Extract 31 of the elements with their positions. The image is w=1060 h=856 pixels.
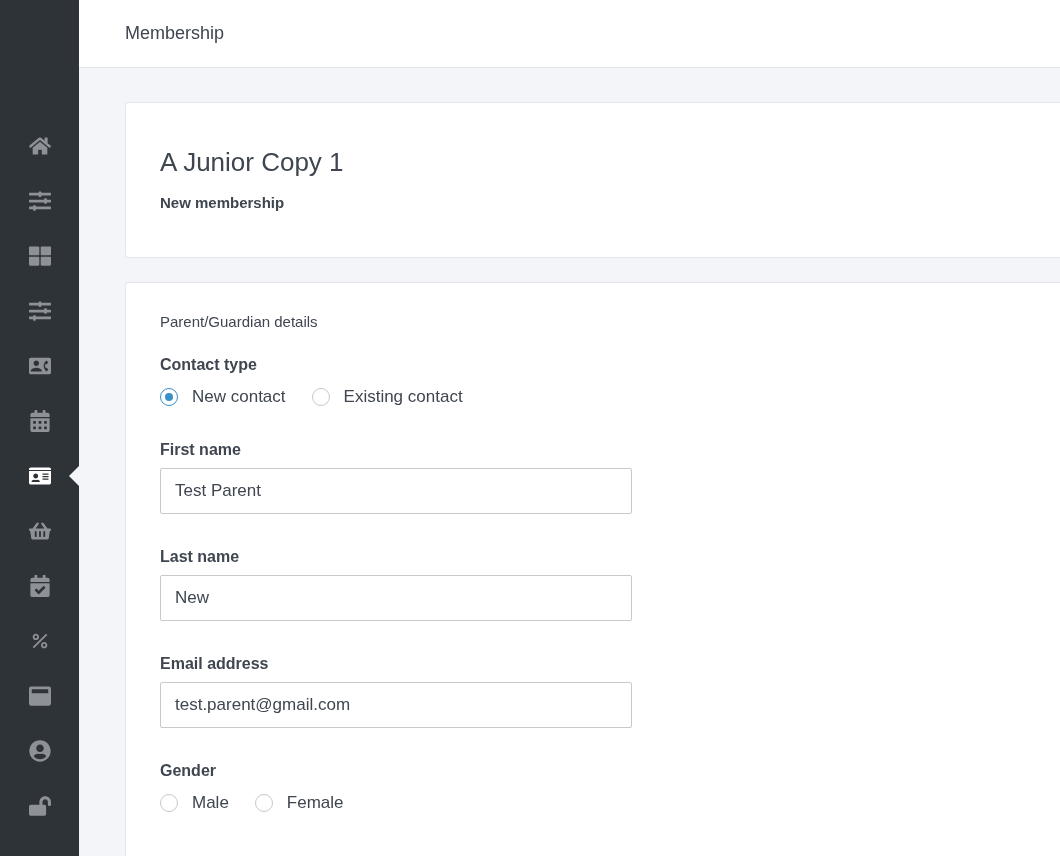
input-field[interactable]: test.parent@gmail.com	[160, 682, 632, 728]
radio-option[interactable]: Existing contact	[311, 387, 463, 407]
radio-label: Female	[286, 793, 344, 813]
membership-title: A Junior Copy 1	[160, 147, 345, 178]
input-field[interactable]: New	[160, 575, 632, 621]
radio-label: Male	[192, 793, 229, 813]
field-label: Gender	[160, 762, 217, 780]
browser-window-icon	[28, 684, 51, 707]
calendar-check-icon	[28, 574, 51, 597]
radio-label: Existing contact	[343, 387, 463, 407]
calendar-icon	[28, 409, 51, 432]
field-label: First name	[160, 441, 242, 459]
home-icon	[28, 134, 51, 157]
radio-label: New contact	[192, 387, 286, 407]
sliders-icon	[28, 189, 51, 212]
field-label: Email address	[160, 655, 270, 673]
id-card-icon	[28, 464, 51, 487]
field-label: Contact type	[160, 356, 258, 374]
grid-icon	[28, 244, 51, 267]
user-icon	[28, 739, 51, 762]
sliders-icon	[28, 299, 51, 322]
membership-subtitle: New membership	[160, 194, 286, 211]
basket-icon	[28, 519, 51, 542]
radio-option[interactable]: Female	[254, 793, 344, 813]
section-title: Parent/Guardian details	[160, 313, 319, 330]
input-field[interactable]: Test Parent	[160, 468, 632, 514]
radio-option[interactable]: New contact	[160, 387, 286, 407]
radio-option[interactable]: Male	[160, 793, 229, 813]
unlock-icon	[28, 794, 51, 817]
page-title: Membership	[125, 23, 225, 44]
field-label: Last name	[160, 548, 241, 566]
